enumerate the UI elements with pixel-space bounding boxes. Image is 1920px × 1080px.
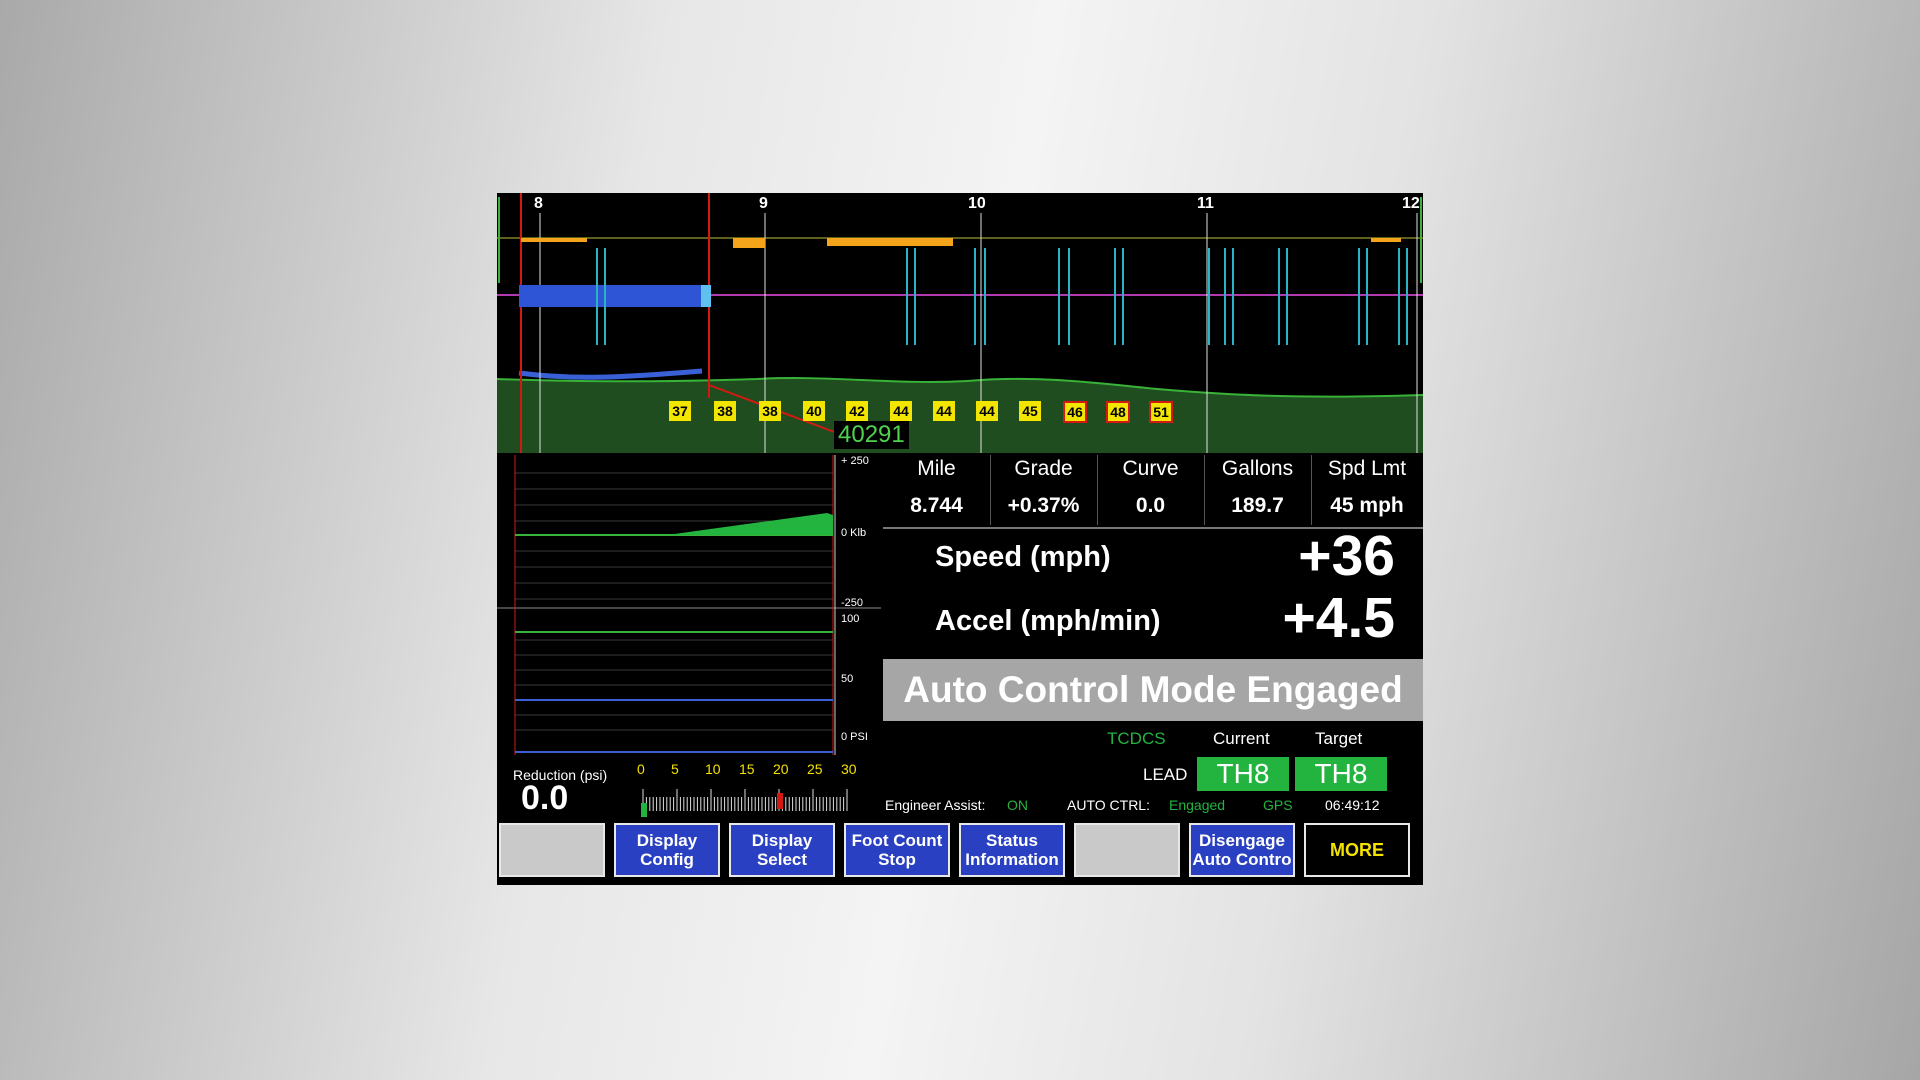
brake-scale-bottom: 0 PSI bbox=[841, 731, 868, 743]
speed-limit-marker: 42 bbox=[846, 401, 868, 421]
brake-scale-top: 100 bbox=[841, 613, 860, 625]
reduction-panel: Reduction (psi) 0.0 0 5 10 15 20 25 30 bbox=[497, 749, 881, 817]
reduction-gauge bbox=[641, 789, 848, 817]
reduction-scale-label: 25 bbox=[807, 761, 823, 777]
button-label: Display Config bbox=[636, 831, 698, 869]
reduction-scale-label: 20 bbox=[773, 761, 789, 777]
brake-scale-mid: 50 bbox=[841, 673, 854, 685]
speed-value: +36 bbox=[1298, 524, 1395, 588]
data-value: 189.7 bbox=[1231, 494, 1284, 517]
speed-limit-marker: 38 bbox=[759, 401, 781, 421]
mile-marker: 9 bbox=[759, 195, 768, 212]
engineer-assist-label: Engineer Assist: bbox=[885, 797, 986, 813]
foot-count-stop-button[interactable]: Foot Count Stop bbox=[844, 823, 950, 877]
display-select-button[interactable]: Display Select bbox=[729, 823, 835, 877]
reduction-scale-label: 30 bbox=[841, 761, 857, 777]
foot-count-readout: 40291 bbox=[834, 421, 909, 449]
force-scale-mid: 0 Klb bbox=[841, 527, 867, 539]
gps-indicator: GPS bbox=[1263, 797, 1293, 813]
force-scale-top: + 250 bbox=[841, 455, 869, 467]
speed-limit-marker: 51 bbox=[1149, 401, 1173, 423]
current-throttle: TH8 bbox=[1197, 757, 1289, 791]
blank-key-2[interactable] bbox=[1074, 823, 1180, 877]
data-table: Mile 8.744 Grade +0.37% Curve 0.0 Gallon… bbox=[883, 455, 1423, 529]
engineer-assist-value: ON bbox=[1007, 797, 1028, 813]
reduction-scale-label: 0 bbox=[637, 761, 645, 777]
data-value: 8.744 bbox=[910, 494, 963, 517]
data-header: Grade bbox=[1014, 457, 1073, 480]
status-information-button[interactable]: Status Information bbox=[959, 823, 1065, 877]
speed-limit-marker: 44 bbox=[890, 401, 912, 421]
display-config-button[interactable]: Display Config bbox=[614, 823, 720, 877]
data-col-mile: Mile 8.744 bbox=[883, 455, 991, 525]
track-profile-panel: 8 9 10 11 12 37 38 38 40 42 44 44 44 45 46 48 51 40… bbox=[497, 193, 1423, 453]
train-elevation bbox=[518, 368, 703, 380]
soft-key-bar: Display Config Display Select Foot Count Stop… bbox=[497, 821, 1423, 885]
speed-limit-marker: 45 bbox=[1019, 401, 1041, 421]
speed-limit-marker: 48 bbox=[1106, 401, 1130, 423]
reduction-value: 0.0 bbox=[521, 779, 569, 817]
track-profile-graphic bbox=[497, 193, 1423, 453]
auto-ctrl-label: AUTO CTRL: bbox=[1067, 797, 1150, 813]
speed-label: Speed (mph) bbox=[935, 541, 1111, 573]
mile-marker: 8 bbox=[534, 195, 543, 212]
force-scale-bottom: -250 bbox=[841, 597, 864, 609]
data-value: +0.37% bbox=[1007, 494, 1080, 517]
speed-limit-marker: 37 bbox=[669, 401, 691, 421]
reduction-scale-label: 5 bbox=[671, 761, 679, 777]
data-col-curve: Curve 0.0 bbox=[1097, 455, 1205, 525]
force-graph bbox=[497, 455, 881, 755]
speed-limit-marker: 44 bbox=[976, 401, 998, 421]
mode-banner: Auto Control Mode Engaged bbox=[883, 659, 1423, 721]
accel-value: +4.5 bbox=[1282, 586, 1395, 650]
mile-marker: 12 bbox=[1402, 195, 1420, 212]
data-value: 45 mph bbox=[1330, 494, 1404, 517]
mile-marker: 10 bbox=[968, 195, 986, 212]
speed-limit-marker: 38 bbox=[714, 401, 736, 421]
button-label: Disengage Auto Contro bbox=[1192, 831, 1292, 869]
disengage-auto-control-button[interactable]: Disengage Auto Contro bbox=[1189, 823, 1295, 877]
reduction-scale-label: 15 bbox=[739, 761, 755, 777]
speed-limit-marker: 40 bbox=[803, 401, 825, 421]
more-button[interactable]: MORE bbox=[1304, 823, 1410, 877]
button-label: MORE bbox=[1330, 839, 1384, 860]
target-throttle: TH8 bbox=[1295, 757, 1387, 791]
data-header: Gallons bbox=[1221, 457, 1294, 480]
current-label: Current bbox=[1213, 729, 1270, 748]
auto-ctrl-value: Engaged bbox=[1169, 797, 1226, 813]
data-col-grade: Grade +0.37% bbox=[990, 455, 1098, 525]
target-label: Target bbox=[1315, 729, 1363, 748]
speed-limit-marker: 46 bbox=[1063, 401, 1087, 423]
terrain-fill bbox=[497, 378, 1423, 453]
data-value: 0.0 bbox=[1135, 494, 1166, 517]
data-header: Curve bbox=[1122, 457, 1179, 480]
reduction-scale-label: 10 bbox=[705, 761, 721, 777]
data-col-gallons: Gallons 189.7 bbox=[1204, 455, 1312, 525]
mile-marker: 11 bbox=[1197, 195, 1214, 212]
speed-accel-panel: Speed (mph) +36 Accel (mph/min) +4.5 bbox=[883, 524, 1423, 650]
clock-time: 06:49:12 bbox=[1325, 797, 1380, 813]
button-label: Display Select bbox=[751, 831, 813, 869]
data-header: Spd Lmt bbox=[1327, 457, 1407, 480]
locomotive-display: 8 9 10 11 12 37 38 38 40 42 44 44 44 45 46 48 51 40… bbox=[497, 193, 1423, 885]
button-label: Foot Count Stop bbox=[851, 831, 943, 869]
speed-limit-marker: 44 bbox=[933, 401, 955, 421]
lead-label: LEAD bbox=[1143, 765, 1188, 784]
button-label: Status Information bbox=[965, 831, 1059, 869]
data-header: Mile bbox=[917, 457, 956, 480]
data-col-speed-limit: Spd Lmt 45 mph bbox=[1311, 455, 1423, 525]
blank-key-1[interactable] bbox=[499, 823, 605, 877]
accel-label: Accel (mph/min) bbox=[935, 605, 1161, 637]
tcdcs-title: TCDCS bbox=[1107, 729, 1166, 748]
